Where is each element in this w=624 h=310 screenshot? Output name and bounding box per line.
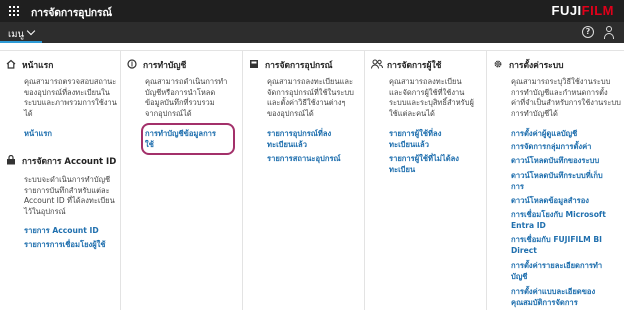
link-home[interactable]: หน้าแรก [24,128,52,139]
section-header-device: การจัดการอุปกรณ์ [249,58,333,72]
link-microsoft-entra-id[interactable]: การเชื่อมโยงกับ Microsoft Entra ID [511,209,606,231]
accounting-icon [127,59,137,69]
link-device-status-list[interactable]: รายการสถานะอุปกรณ์ [267,153,341,164]
section-description: คุณสามารถลงทะเบียน และจัดการผู้ใช้ที่ใช้… [389,77,474,118]
link-unregistered-users[interactable]: รายการผู้ใช้ที่ไม่ได้ลง ทะเบียน [389,153,459,175]
column-home: หน้าแรก คุณสามารถตรวจสอบสถานะ ของอุปกรณ์… [0,50,120,310]
menu-button[interactable]: เมนู [0,22,42,43]
device-icon [249,59,259,69]
app-title: การจัดการอุปกรณ์ [31,7,112,19]
link-settings-group-management[interactable]: การจัดการกลุ่มการตั้งค่า [511,141,591,152]
help-icon[interactable]: ? [582,26,594,38]
section-description: คุณสามารถตรวจสอบสถานะ ของอุปกรณ์ที่ลงทะเ… [24,77,117,118]
home-icon [6,59,16,69]
link-download-backup[interactable]: ดาวน์โหลดข้อมูลสำรอง [511,195,589,206]
chevron-down-icon [26,26,36,36]
link-user-association-list[interactable]: รายการการเชื่อมโยงผู้ใช้ [24,239,106,250]
section-header-home: หน้าแรก [6,58,53,72]
link-account-id-list[interactable]: รายการ Account ID [24,225,99,236]
app-launcher-icon[interactable] [9,6,19,16]
link-download-stored-system-log[interactable]: ดาวน์โหลดบันทึกระบบที่เก็บ การ [511,170,603,192]
link-registered-users[interactable]: รายการผู้ใช้ที่ลง ทะเบียนแล้ว [389,128,441,150]
column-accounting: การทำบัญชี คุณสามารถดำเนินการทำ บัญชีหรื… [120,50,242,310]
highlight-callout [141,123,235,155]
section-header-accounting: การทำบัญชี [127,58,186,72]
link-accounting-detail-settings[interactable]: การตั้งค่ารายละเอียดการทำ บัญชี [511,260,602,282]
section-description: ระบบจะดำเนินการทำบัญชี รายการบันทึกสำหรั… [24,175,115,216]
user-icon[interactable] [603,26,615,39]
section-header-system-settings: การตั้งค่าระบบ [493,58,564,72]
link-account-admin-settings[interactable]: การตั้งค่าผู้ดูแลบัญชี [511,128,577,139]
menu-bar: เมนู ? [0,22,624,43]
users-icon [371,59,384,69]
section-description: คุณสามารถลงทะเบียนและ จัดการอุปกรณ์ที่ใช… [267,77,354,118]
link-fujifilm-bi-direct[interactable]: การเชื่อมกับ FUJIFILM BI Direct [511,234,602,256]
link-registered-devices[interactable]: รายการอุปกรณ์ที่ลง ทะเบียนแล้ว [267,128,331,150]
column-device-management: การจัดการอุปกรณ์ คุณสามารถลงทะเบียนและ จ… [242,50,364,310]
account-id-icon [6,154,16,165]
section-description: คุณสามารถดำเนินการทำ บัญชีหรือการนำโหลด … [145,77,228,118]
menu-label: เมนู [8,29,25,40]
fujifilm-logo: FUJIFILM [551,3,614,18]
gear-icon [493,59,503,69]
link-download-system-log[interactable]: ดาวน์โหลดบันทึกของระบบ [511,155,599,166]
section-description: คุณสามารถระบุวิธีใช้งานระบบ การทำบัญชีแล… [511,77,621,118]
column-user-management: การจัดการผู้ใช้ คุณสามารถลงทะเบียน และจั… [364,50,486,310]
section-header-account-id: การจัดการ Account ID [6,154,116,168]
section-header-users: การจัดการผู้ใช้ [371,58,441,72]
top-bar: การจัดการอุปกรณ์ FUJIFILM [0,0,624,22]
column-system-settings: การตั้งค่าระบบ คุณสามารถระบุวิธีใช้งานระ… [486,50,624,310]
link-management-advanced-settings[interactable]: การตั้งค่าแบบละเอียดของ คุณสมบัติการจัดก… [511,286,595,308]
